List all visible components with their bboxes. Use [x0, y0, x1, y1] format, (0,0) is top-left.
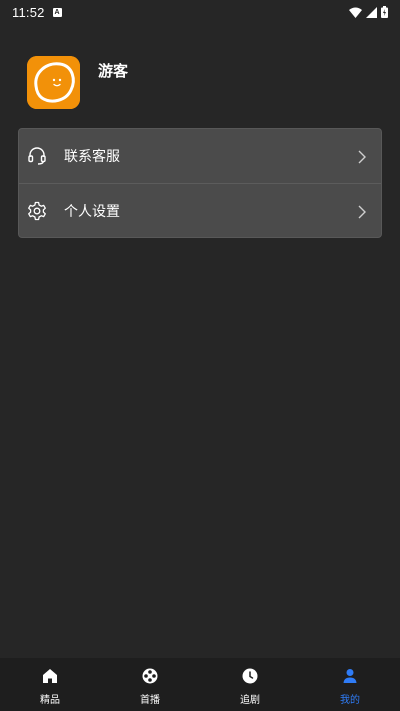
status-left: 11:52 A: [12, 5, 62, 20]
clock-icon: [241, 667, 259, 685]
menu-item-label: 联系客服: [64, 149, 120, 165]
menu-card: 联系客服 个人设置: [18, 128, 382, 238]
nav-item-featured[interactable]: 精品: [0, 658, 100, 711]
avatar-face-icon: [27, 56, 80, 109]
battery-icon: [381, 3, 388, 22]
home-icon: [41, 667, 59, 685]
username: 游客: [98, 62, 129, 80]
person-icon: [341, 667, 359, 685]
nav-item-mine[interactable]: 我的: [300, 658, 400, 711]
film-reel-icon: [141, 667, 159, 685]
nav-item-follow-drama[interactable]: 追剧: [200, 658, 300, 711]
status-right: [349, 3, 388, 22]
wifi-icon: [349, 3, 362, 22]
menu-item-contact-support[interactable]: 联系客服: [19, 129, 381, 183]
headset-icon: [27, 146, 47, 166]
screen: 11:52 A 游客 联系客服 个人设置 精品 首播 追剧 我的: [0, 0, 400, 711]
status-time: 11:52: [12, 4, 45, 20]
nav-label: 精品: [40, 695, 60, 706]
bottom-nav: 精品 首播 追剧 我的: [0, 658, 400, 711]
gear-icon: [27, 201, 47, 221]
nav-label: 追剧: [240, 695, 260, 706]
nav-label: 首播: [140, 695, 160, 706]
status-bar: 11:52 A: [0, 0, 400, 24]
menu-item-personal-settings[interactable]: 个人设置: [19, 183, 381, 237]
avatar[interactable]: [27, 56, 80, 109]
profile-header: 游客: [27, 56, 128, 109]
chevron-right-icon: [357, 204, 367, 218]
nav-label: 我的: [340, 695, 360, 706]
nav-item-premiere[interactable]: 首播: [100, 658, 200, 711]
notification-a-icon: A: [52, 7, 62, 17]
signal-icon: [366, 3, 377, 22]
chevron-right-icon: [357, 149, 367, 164]
menu-item-label: 个人设置: [64, 203, 120, 220]
